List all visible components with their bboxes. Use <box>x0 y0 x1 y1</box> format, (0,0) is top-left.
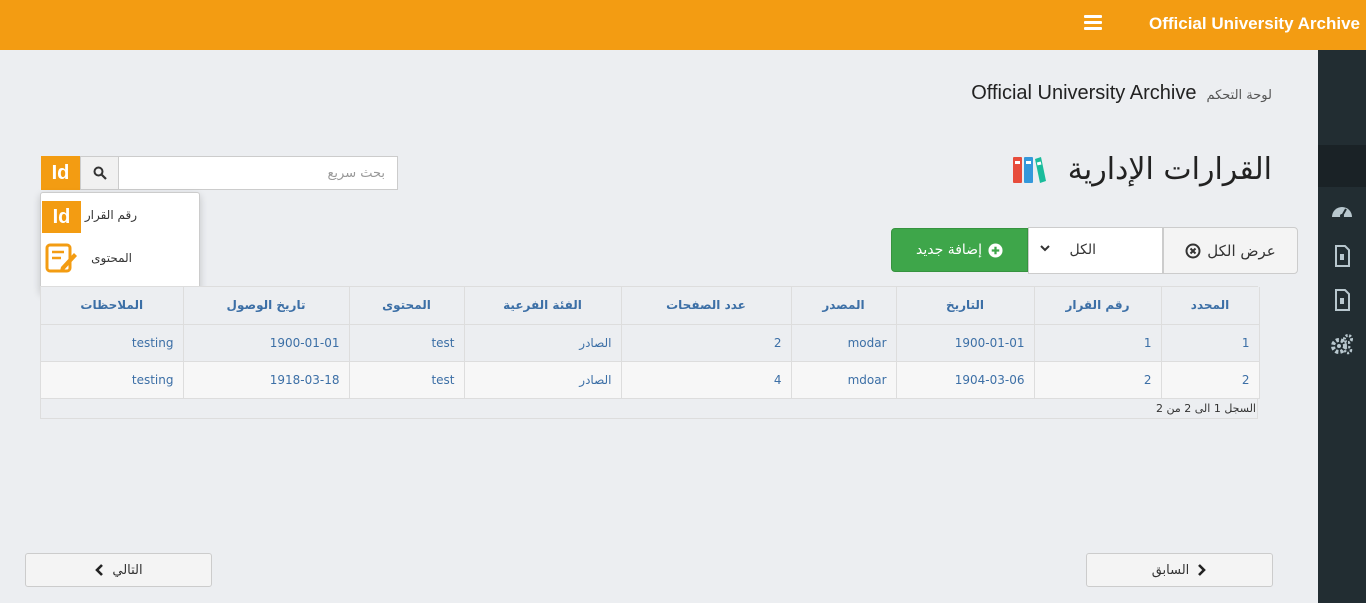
table-row[interactable]: 2 2 1904-03-06 mdoar 4 الصادر test 1918-… <box>41 361 1260 399</box>
quick-search-input[interactable] <box>119 156 398 190</box>
search-mode-dropdown: Id رقم القرار المحتوى <box>40 192 200 292</box>
breadcrumb: Official University Archive لوحة التحكم <box>971 82 1272 105</box>
table-cell: 1918-03-18 <box>183 361 350 399</box>
chevron-left-icon <box>95 564 104 576</box>
table-cell: الصادر <box>464 324 622 362</box>
plus-circle-icon <box>988 242 1003 258</box>
next-page-label: التالي <box>112 562 143 578</box>
column-header[interactable]: عدد الصفحات <box>621 287 792 325</box>
column-header[interactable]: الفئة الفرعية <box>464 287 622 325</box>
search-icon <box>93 166 107 180</box>
table-cell: 2 <box>621 324 792 362</box>
add-new-label: إضافة جديد <box>916 242 982 258</box>
table-cell: 4 <box>621 361 792 399</box>
table-cell: الصادر <box>464 361 622 399</box>
table-cell: test <box>349 361 465 399</box>
table-cell: 2 <box>1034 361 1162 399</box>
dashboard-icon[interactable] <box>1330 200 1354 224</box>
page-heading: القرارات الإدارية <box>1012 152 1272 187</box>
table-cell: 1 <box>1161 324 1260 362</box>
table-cell: 1 <box>1034 324 1162 362</box>
hamburger-icon[interactable] <box>1084 15 1102 31</box>
search-mode-button[interactable]: Id <box>41 156 80 190</box>
table-cell: 2 <box>1161 361 1260 399</box>
table-cell: testing <box>41 361 184 399</box>
table-cell: modar <box>791 324 897 362</box>
column-header[interactable]: المحدد <box>1161 287 1260 325</box>
table-cell: mdoar <box>791 361 897 399</box>
binders-icon <box>1012 156 1046 183</box>
table-cell: test <box>349 324 465 362</box>
column-header[interactable]: التاريخ <box>896 287 1035 325</box>
column-header[interactable]: تاريخ الوصول <box>183 287 350 325</box>
edit-icon <box>45 243 77 273</box>
breadcrumb-title: Official University Archive <box>971 82 1197 104</box>
table-cell: 1904-03-06 <box>896 361 1035 399</box>
breadcrumb-home-link[interactable]: لوحة التحكم <box>1206 88 1272 103</box>
page-title: القرارات الإدارية <box>1067 152 1272 187</box>
dropdown-item-decision-number[interactable]: Id رقم القرار <box>41 193 199 235</box>
filter-selected-value: الكل <box>1069 242 1097 258</box>
brand-title[interactable]: Official University Archive <box>1149 14 1360 34</box>
document-icon[interactable] <box>1330 288 1354 312</box>
chevron-down-icon <box>1040 245 1050 252</box>
table-cell: 1900-01-01 <box>183 324 350 362</box>
settings-icon[interactable] <box>1330 332 1354 356</box>
table-cell: 1900-01-01 <box>896 324 1035 362</box>
record-count-info: السجل 1 الى 2 من 2 <box>1156 402 1256 415</box>
table-header-row: المحدد رقم القرار التاريخ المصدر عدد الص… <box>41 287 1260 325</box>
show-all-label: عرض الكل <box>1207 241 1276 260</box>
show-all-button[interactable]: عرض الكل <box>1163 227 1298 274</box>
next-page-button[interactable]: التالي <box>25 553 212 587</box>
previous-page-button[interactable]: السابق <box>1086 553 1273 587</box>
sidebar-active-item[interactable] <box>1318 145 1366 187</box>
column-header[interactable]: المصدر <box>791 287 897 325</box>
quick-search-group: Id <box>41 156 398 190</box>
search-button[interactable] <box>80 156 119 190</box>
dropdown-item-content[interactable]: المحتوى <box>41 237 199 279</box>
close-circle-icon <box>1185 243 1201 258</box>
column-header[interactable]: المحتوى <box>349 287 465 325</box>
previous-page-label: السابق <box>1151 562 1190 578</box>
decisions-table-container: المحدد رقم القرار التاريخ المصدر عدد الص… <box>40 286 1260 419</box>
table-row[interactable]: 1 1 1900-01-01 modar 2 الصادر test 1900-… <box>41 324 1260 362</box>
sidebar <box>1318 50 1366 603</box>
document-icon[interactable] <box>1330 244 1354 268</box>
decisions-table: المحدد رقم القرار التاريخ المصدر عدد الص… <box>41 287 1260 399</box>
dropdown-item-label: رقم القرار <box>84 208 137 222</box>
id-icon: Id <box>42 201 81 233</box>
top-navbar: Official University Archive <box>0 0 1366 50</box>
chevron-right-icon <box>1198 564 1207 576</box>
column-header[interactable]: رقم القرار <box>1034 287 1162 325</box>
table-cell: testing <box>41 324 184 362</box>
column-header[interactable]: الملاحظات <box>41 287 184 325</box>
dropdown-item-label: المحتوى <box>91 251 132 265</box>
category-filter-select[interactable]: الكل <box>1028 227 1163 274</box>
add-new-button[interactable]: إضافة جديد <box>891 228 1028 272</box>
